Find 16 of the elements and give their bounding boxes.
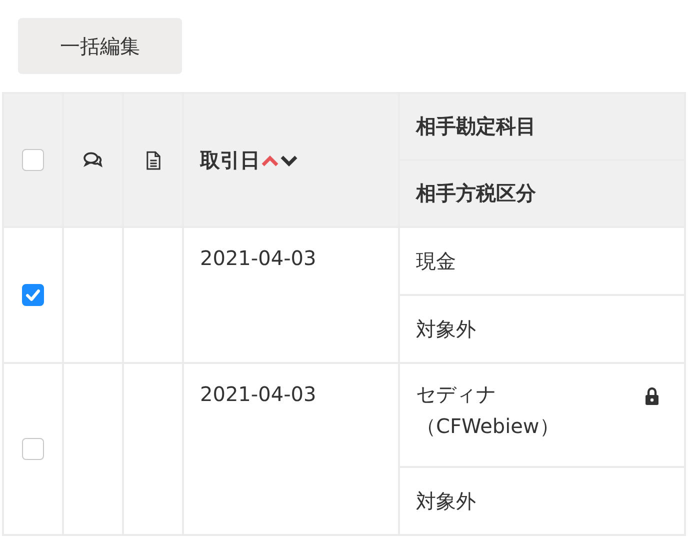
tax-category: 対象外 xyxy=(416,488,476,512)
checkbox[interactable] xyxy=(22,438,44,460)
date-text: 2021-04-03 xyxy=(200,246,316,270)
checkbox[interactable] xyxy=(22,284,44,306)
column-header[interactable]: 相手方税区分 xyxy=(416,181,536,205)
checkbox[interactable] xyxy=(22,149,44,171)
document-icon xyxy=(146,150,160,170)
column-header[interactable]: 取引日 xyxy=(200,148,260,172)
sort-down-icon[interactable] xyxy=(280,155,298,168)
column-header[interactable]: 相手勘定科目 xyxy=(416,114,536,138)
account-name: セディナ（CFWebiew） xyxy=(416,381,560,440)
comment-icon xyxy=(83,151,103,169)
date-text: 2021-04-03 xyxy=(200,382,316,406)
tax-category: 対象外 xyxy=(416,316,476,340)
bulk-edit-button[interactable]: 一括編集 xyxy=(18,18,182,74)
account-name: 現金 xyxy=(416,248,456,275)
